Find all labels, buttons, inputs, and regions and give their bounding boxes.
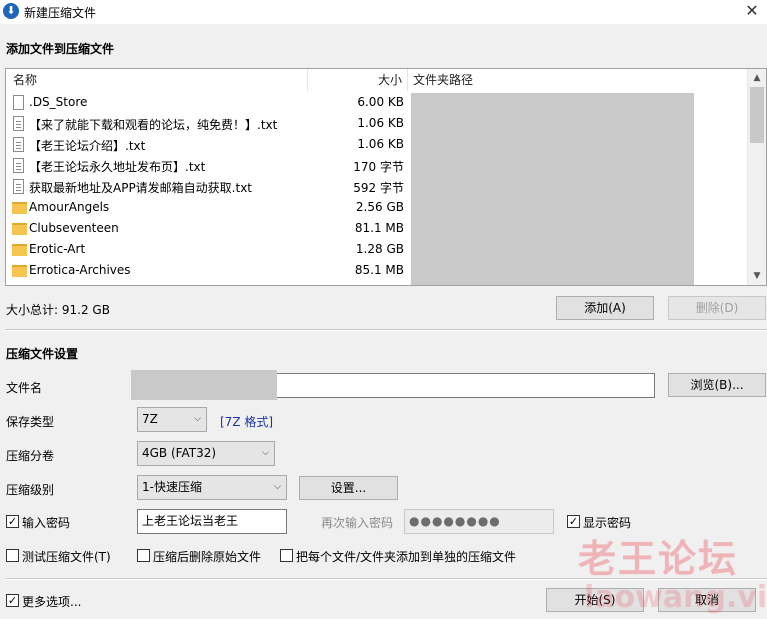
- browse-button[interactable]: 浏览(B)...: [668, 373, 766, 397]
- level-value: 1-快速压缩: [142, 480, 202, 494]
- folder-icon: [12, 244, 27, 256]
- reenter-password-label: 再次输入密码: [321, 516, 394, 530]
- scroll-down-icon[interactable]: ▼: [748, 267, 766, 285]
- file-size: 1.06 KB: [357, 116, 404, 130]
- chevron-down-icon: ⌵: [262, 448, 269, 458]
- title-bar: ⬇ 新建压缩文件 ✕: [0, 0, 767, 24]
- delete-button[interactable]: 删除(D): [668, 296, 766, 320]
- add-section-title: 添加文件到压缩文件: [6, 42, 115, 56]
- redacted-path-area: [411, 93, 694, 285]
- split-select[interactable]: 4GB (FAT32) ⌵: [137, 441, 275, 466]
- total-size: 大小总计: 91.2 GB: [6, 303, 110, 317]
- split-label: 压缩分卷: [6, 449, 55, 463]
- more-options-checkbox[interactable]: ✓: [6, 594, 19, 607]
- window-title: 新建压缩文件: [24, 6, 97, 20]
- level-select[interactable]: 1-快速压缩 ⌵: [137, 475, 287, 500]
- level-label: 压缩级别: [6, 483, 55, 497]
- divider: [5, 329, 767, 331]
- folder-icon: [12, 265, 27, 277]
- save-type-select[interactable]: 7Z ⌵: [137, 407, 207, 432]
- file-name: Erotic-Art: [29, 242, 86, 256]
- text-file-icon: [13, 158, 24, 173]
- column-separator[interactable]: [407, 69, 408, 91]
- save-type-label: 保存类型: [6, 415, 55, 429]
- file-name: AmourAngels: [29, 200, 110, 214]
- settings-button[interactable]: 设置...: [299, 476, 398, 500]
- file-name: 【老王论坛介绍】.txt: [29, 139, 146, 153]
- file-size: 2.56 GB: [355, 200, 404, 214]
- separate-archives-checkbox[interactable]: [280, 549, 293, 562]
- save-type-value: 7Z: [142, 412, 158, 426]
- file-name: 【来了就能下载和观看的论坛，纯免费！】.txt: [29, 118, 278, 132]
- delete-original-label: 压缩后删除原始文件: [153, 550, 262, 564]
- text-file-icon: [13, 116, 24, 131]
- reenter-password-input[interactable]: ●●●●●●●●: [404, 509, 554, 534]
- scroll-thumb[interactable]: [750, 87, 764, 143]
- more-options-label: 更多选项...: [22, 595, 82, 609]
- redacted-filename: [131, 370, 277, 400]
- text-file-icon: [13, 179, 24, 194]
- download-arrow-icon: ⬇: [3, 3, 19, 19]
- file-size: 1.28 GB: [355, 242, 404, 256]
- chevron-down-icon: ⌵: [274, 482, 281, 492]
- file-name: Errotica-Archives: [29, 263, 131, 277]
- settings-section-title: 压缩文件设置: [6, 347, 79, 361]
- scroll-up-icon[interactable]: ▲: [748, 69, 766, 87]
- password-checkbox[interactable]: ✓: [6, 515, 19, 528]
- close-button[interactable]: ✕: [737, 0, 767, 24]
- file-size: 81.1 MB: [354, 221, 404, 235]
- folder-icon: [12, 223, 27, 235]
- file-size: 170 字节: [353, 160, 404, 174]
- watermark-text: 老王论坛: [578, 537, 739, 581]
- column-header-path[interactable]: 文件夹路径: [413, 69, 473, 91]
- text-file-icon: [13, 137, 24, 152]
- chevron-down-icon: ⌵: [194, 414, 201, 424]
- file-icon: [13, 95, 24, 110]
- test-archive-label: 测试压缩文件(T): [22, 550, 111, 564]
- folder-icon: [12, 202, 27, 214]
- file-name: 【老王论坛永久地址发布页】.txt: [29, 160, 206, 174]
- add-button[interactable]: 添加(A): [556, 296, 654, 320]
- password-input[interactable]: 上老王论坛当老王: [137, 509, 287, 534]
- file-list-scrollbar[interactable]: ▲ ▼: [747, 69, 766, 285]
- filename-label: 文件名: [6, 381, 43, 395]
- show-password-checkbox[interactable]: ✓: [567, 515, 580, 528]
- file-size: 592 字节: [353, 181, 404, 195]
- separate-archives-label: 把每个文件/文件夹添加到单独的压缩文件: [296, 550, 517, 564]
- column-header-size[interactable]: 大小: [308, 69, 402, 91]
- format-link[interactable]: [7Z 格式]: [220, 413, 273, 430]
- split-value: 4GB (FAT32): [142, 446, 217, 460]
- column-header-name[interactable]: 名称: [13, 69, 37, 91]
- file-size: 6.00 KB: [357, 95, 404, 109]
- file-list[interactable]: 名称 大小 文件夹路径 .DS_Store 6.00 KB 【来了就能下载和观看的论…: [5, 68, 767, 286]
- password-label: 输入密码: [22, 516, 71, 530]
- file-name: 获取最新地址及APP请发邮箱自动获取.txt: [29, 181, 253, 195]
- file-name: .DS_Store: [29, 95, 88, 109]
- file-size: 85.1 MB: [354, 263, 404, 277]
- file-size: 1.06 KB: [357, 137, 404, 151]
- test-archive-checkbox[interactable]: [6, 549, 19, 562]
- watermark-url: laowang.vip: [584, 580, 767, 615]
- delete-original-checkbox[interactable]: [137, 549, 150, 562]
- file-name: Clubseventeen: [29, 221, 119, 235]
